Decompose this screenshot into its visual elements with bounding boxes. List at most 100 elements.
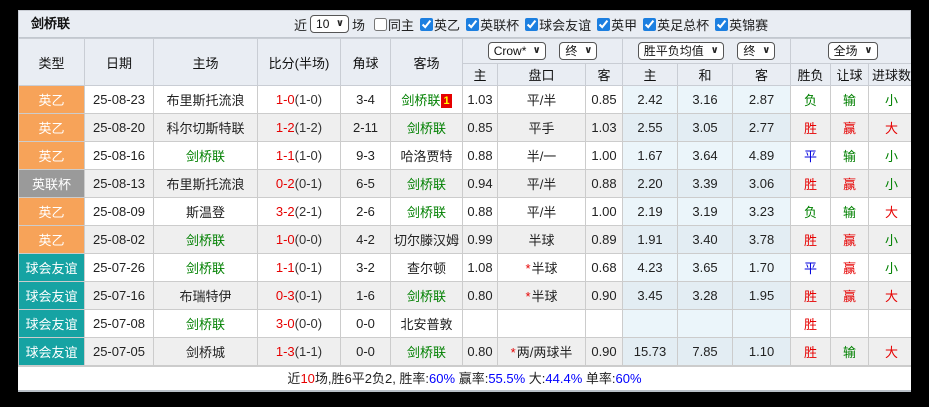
fulltime-score: 1-2 [275,120,295,135]
home-team-cell: 剑桥联 [153,141,258,170]
home-team-name: 布里斯托流浪 [166,177,245,192]
league-filter-label: 英足总杯 [657,17,710,33]
handicap-home-odds-cell: 0.88 [462,141,498,170]
league-filter-checkbox[interactable] [525,17,539,31]
games-count-select[interactable]: 10 [310,15,350,33]
summary-segment: 单率: [582,371,616,386]
handicap-star: * [525,261,531,276]
handicap-away-odds-cell [584,309,624,338]
avg-source-select[interactable]: 胜平负均值 [637,42,724,60]
goals-result-cell: 小 [868,85,911,114]
away-team-name: 剑桥联 [406,205,446,220]
scope-select[interactable]: 全场 [827,42,878,60]
handicap-result-cell: 输 [830,337,870,366]
halftime-score: (1-1) [294,344,323,359]
home-team-cell: 剑桥城 [153,337,258,366]
type-cell: 球会友谊 [18,253,85,282]
away-team-cell: 哈洛贾特 [390,141,463,170]
handicap-star: * [525,289,531,304]
goals-result-cell: 大 [868,113,911,142]
summary-segment: 近 [287,371,301,386]
type-cell: 球会友谊 [18,281,85,310]
away-team-name: 查尔顿 [406,261,446,276]
result-cell: 胜 [790,169,832,198]
league-filter-label: 球会友谊 [539,17,592,33]
home-team-cell: 剑桥联 [153,253,258,282]
handicap-line-cell: *半球 [497,253,586,282]
away-team-name: 剑桥联 [406,177,446,192]
avg-draw-odds-cell: 3.05 [677,113,734,142]
score-cell: 3-0(0-0) [257,309,341,338]
col-header-corners: 角球 [340,38,391,86]
fulltime-score: 3-2 [275,204,295,219]
away-team-cell: 剑桥联 [390,169,463,198]
corners-cell: 6-5 [340,169,391,198]
home-team-name: 剑桥联 [185,233,225,248]
league-filter: 英锦赛 [709,15,768,34]
handicap-away-odds-cell: 1.00 [584,141,624,170]
corners-cell: 2-6 [340,197,391,226]
odds-source-select[interactable]: Crow* [487,42,546,60]
type-cell: 英乙 [18,141,85,170]
goals-result-cell: 小 [868,141,911,170]
goals-result-cell: 大 [868,337,911,366]
league-filter: 英甲 [591,15,637,34]
date-cell: 25-07-05 [84,337,154,366]
handicap-home-odds-cell: 0.85 [462,113,498,142]
league-filter-checkbox[interactable] [597,17,611,31]
home-team-name: 布里斯托流浪 [166,93,245,108]
avg-home-odds-cell: 2.55 [622,113,679,142]
type-cell: 英乙 [18,113,85,142]
handicap-line-cell: *两/两球半 [497,337,586,366]
avg-draw-odds-cell: 3.19 [677,197,734,226]
avg-away-odds-cell: 2.87 [732,85,792,114]
avg-draw-odds-cell: 3.39 [677,169,734,198]
handicap-line: 两/两球半 [516,345,573,360]
games-count-select-wrap: 10 [310,15,350,33]
handicap-away-odds-cell: 1.00 [584,197,624,226]
result-cell: 平 [790,141,832,170]
handicap-home-odds-cell: 0.88 [462,197,498,226]
league-filter: 球会友谊 [519,15,591,34]
league-filter: 同主 [368,15,414,34]
handicap-away-odds-cell: 0.85 [584,85,624,114]
handicap-away-odds-cell: 0.68 [584,253,624,282]
away-team-name: 哈洛贾特 [400,149,453,164]
summary-segment: 55.5% [488,371,526,386]
league-filter-checkbox[interactable] [420,17,434,31]
league-filter-checkbox[interactable] [466,17,480,31]
handicap-home-odds-cell: 0.99 [462,225,498,254]
summary-bar: 近10场,胜6平2负2, 胜率:60% 赢率:55.5% 大:44.4% 单率:… [18,366,911,390]
away-team-cell: 剑桥联 [390,113,463,142]
goals-result-cell [868,309,911,338]
goals-result-cell: 小 [868,169,911,198]
score-cell: 3-2(2-1) [257,197,341,226]
halftime-score: (1-0) [294,92,323,107]
handicap-home-odds-cell: 0.80 [462,281,498,310]
col-header-avg-away: 客 [732,63,792,86]
col-header-handicap-result: 让球 [830,63,870,86]
col-header-result: 胜负 [790,63,832,86]
halftime-score: (0-0) [294,316,323,331]
handicap-result-cell [830,309,870,338]
away-team-name: 切尔滕汉姆 [393,233,459,248]
league-filter-checkbox[interactable] [715,17,729,31]
away-team-name: 剑桥联 [401,93,441,108]
league-filter-checkbox[interactable] [643,17,657,31]
col-header-odds-home: 主 [462,63,498,86]
odds-final-select[interactable]: 终 [559,42,598,60]
score-cell: 1-0(0-0) [257,225,341,254]
away-team-cell: 切尔滕汉姆 [390,225,463,254]
fulltime-score: 1-3 [275,344,295,359]
avg-draw-odds-cell [677,309,734,338]
away-team-name: 剑桥联 [406,289,446,304]
handicap-line-cell: 半球 [497,225,586,254]
league-filter-checkboxes: 同主 英乙 英联杯 球会友谊 英甲 英足总杯 英锦赛 [368,15,768,34]
league-filter-checkbox[interactable] [374,17,388,31]
home-team-name: 斯温登 [185,205,225,220]
avg-final-select[interactable]: 终 [737,42,776,60]
avg-away-odds-cell: 1.10 [732,337,792,366]
home-team-name: 布瑞特伊 [179,289,232,304]
match-history-panel: 剑桥联 近 10 场 同主英乙英联杯球会友谊英甲英足总杯英锦赛 类型 日期 主场 [18,10,911,392]
match-row: 球会友谊 25-07-26 剑桥联 1-1(0-1) 3-2 查尔顿 1.08 *半球 0.68… [18,253,911,282]
